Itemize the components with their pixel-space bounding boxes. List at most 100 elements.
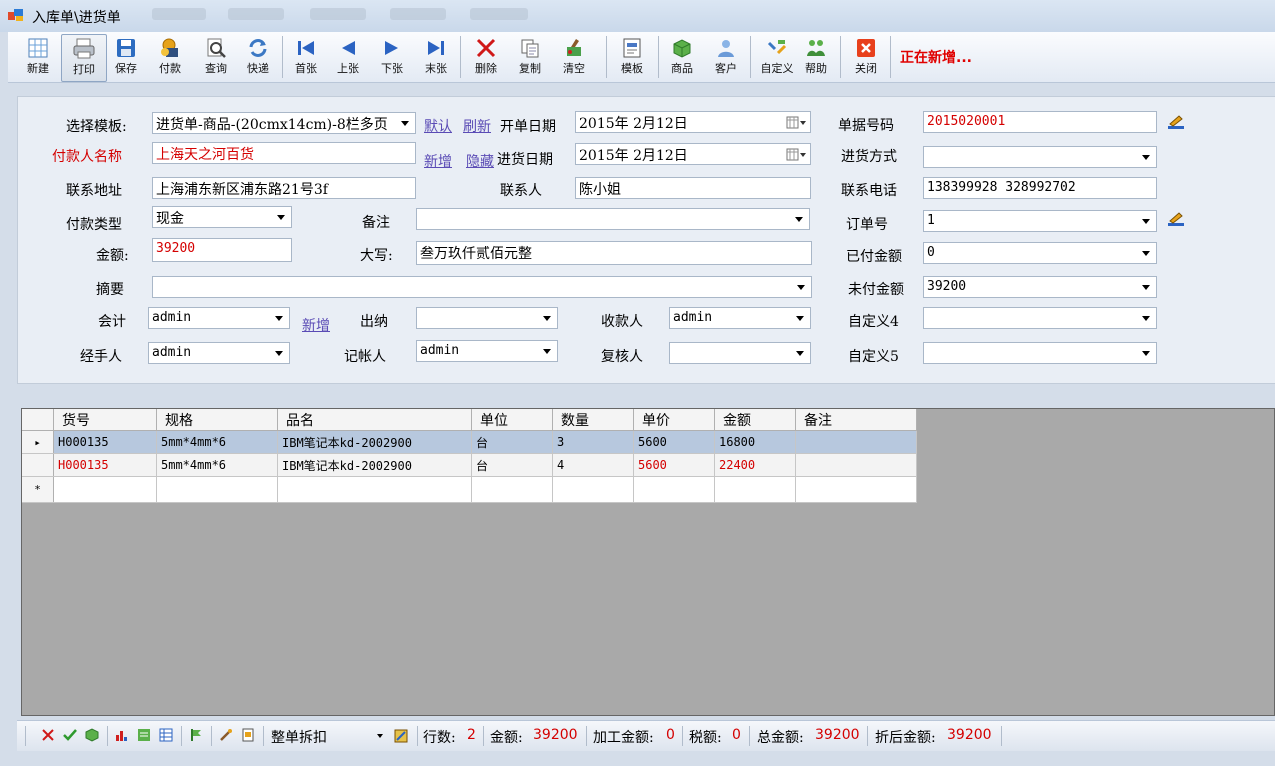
chart-icon[interactable]	[115, 728, 129, 742]
amount-field[interactable]: 39200	[152, 238, 292, 262]
table-row[interactable]: ▸ H000135 5mm*4mm*6 IBM笔记本kd-2002900 台 3…	[22, 430, 917, 454]
copy-button[interactable]: 复制	[508, 34, 552, 80]
cell-note[interactable]	[795, 453, 917, 477]
handler-select[interactable]: admin	[148, 342, 290, 364]
column-header[interactable]: 单位	[471, 409, 553, 431]
last-record-button[interactable]: 末张	[416, 34, 456, 80]
table-icon[interactable]	[159, 728, 173, 742]
delete-button[interactable]: 删除	[464, 34, 508, 80]
cell-unit[interactable]: 台	[471, 453, 553, 477]
close-button[interactable]: 关闭	[844, 34, 888, 80]
cell-note[interactable]	[795, 430, 917, 454]
custom5-select[interactable]	[923, 342, 1157, 364]
add-accountant-link[interactable]: 新增	[302, 315, 330, 335]
order-no-select[interactable]: 1	[923, 210, 1157, 232]
bookkeeper-select[interactable]: admin	[416, 340, 558, 362]
cell-qty[interactable]	[552, 476, 634, 503]
delete-row-icon[interactable]	[41, 728, 55, 742]
items-grid[interactable]: 货号 规格 品名 单位 数量 单价 金额 备注 ▸ H000135 5mm*4m…	[22, 409, 917, 503]
payee-select[interactable]: admin	[669, 307, 811, 329]
accountant-select[interactable]: admin	[148, 307, 290, 329]
phone-field[interactable]: 138399928 328992702	[923, 177, 1157, 199]
check-icon[interactable]	[63, 728, 77, 742]
column-header[interactable]: 备注	[795, 409, 917, 431]
product-icon[interactable]	[85, 728, 99, 742]
new-button[interactable]: 新建	[16, 34, 60, 80]
save-button[interactable]: 保存	[106, 34, 146, 80]
unpaid-select[interactable]: 39200	[923, 276, 1157, 298]
template-select[interactable]: 进货单-商品-(20cmx14cm)-8栏多页	[152, 112, 416, 134]
cell-spec[interactable]: 5mm*4mm*6	[156, 453, 278, 477]
calendar-icon[interactable]	[786, 116, 806, 129]
summary-select[interactable]	[152, 276, 812, 298]
calculator-icon[interactable]	[393, 728, 409, 744]
column-header[interactable]: 数量	[552, 409, 634, 431]
query-button[interactable]: 查询	[194, 34, 238, 80]
cell-unit[interactable]: 台	[471, 430, 553, 454]
cell-price[interactable]	[633, 476, 715, 503]
cell-amount[interactable]	[714, 476, 796, 503]
cell-unit[interactable]	[471, 476, 553, 503]
cell-price[interactable]: 5600	[633, 453, 715, 477]
column-header[interactable]: 货号	[53, 409, 157, 431]
row-header[interactable]	[22, 453, 54, 477]
new-row[interactable]: *	[22, 476, 917, 503]
clear-button[interactable]: 清空	[552, 34, 596, 80]
cell-amount[interactable]: 16800	[714, 430, 796, 454]
add-link[interactable]: 新增	[424, 151, 452, 171]
product-button[interactable]: 商品	[662, 34, 702, 80]
open-date-picker[interactable]: 2015年 2月12日	[575, 111, 811, 133]
column-header[interactable]: 品名	[277, 409, 472, 431]
stock-date-picker[interactable]: 2015年 2月12日	[575, 143, 811, 165]
column-header[interactable]: 规格	[156, 409, 278, 431]
cell-amount[interactable]: 22400	[714, 453, 796, 477]
hide-link[interactable]: 隐藏	[466, 151, 494, 171]
customize-button[interactable]: 自定义	[753, 34, 801, 80]
previous-record-button[interactable]: 上张	[328, 34, 368, 80]
payment-button[interactable]: 付款	[148, 34, 192, 80]
cell-spec[interactable]: 5mm*4mm*6	[156, 430, 278, 454]
cashier-select[interactable]	[416, 307, 558, 329]
capital-field[interactable]: 叁万玖仟贰佰元整	[416, 241, 812, 265]
cell-note[interactable]	[795, 476, 917, 503]
column-header[interactable]: 金额	[714, 409, 796, 431]
print-button[interactable]: 打印	[61, 34, 107, 82]
edit-icon[interactable]	[1167, 211, 1185, 227]
doc-no-field[interactable]: 2015020001	[923, 111, 1157, 133]
discount-select[interactable]: 整单拆扣	[271, 727, 383, 746]
edit-icon[interactable]	[1167, 114, 1185, 130]
reviewer-select[interactable]	[669, 342, 811, 364]
cell-name[interactable]: IBM笔记本kd-2002900	[277, 453, 472, 477]
print-preview-icon[interactable]	[241, 728, 255, 742]
template-button[interactable]: 模板	[610, 34, 654, 80]
default-link[interactable]: 默认	[424, 116, 452, 136]
customer-button[interactable]: 客户	[706, 34, 746, 80]
next-record-button[interactable]: 下张	[372, 34, 412, 80]
first-record-button[interactable]: 首张	[286, 34, 326, 80]
payer-field[interactable]: 上海天之河百货	[152, 142, 416, 164]
pay-type-select[interactable]: 现金	[152, 206, 292, 228]
cell-name[interactable]: IBM笔记本kd-2002900	[277, 430, 472, 454]
row-selector-icon[interactable]: ▸	[22, 430, 54, 454]
help-button[interactable]: 帮助	[796, 34, 836, 80]
flag-icon[interactable]	[189, 728, 203, 742]
cell-code[interactable]: H000135	[53, 430, 157, 454]
cell-qty[interactable]: 4	[552, 453, 634, 477]
custom4-select[interactable]	[923, 307, 1157, 329]
cell-code[interactable]	[53, 476, 157, 503]
cell-price[interactable]: 5600	[633, 430, 715, 454]
new-row-marker[interactable]: *	[22, 476, 54, 503]
contact-field[interactable]: 陈小姐	[575, 177, 811, 199]
stock-method-select[interactable]	[923, 146, 1157, 168]
note-select[interactable]	[416, 208, 810, 230]
sheet-icon[interactable]	[137, 728, 151, 742]
calendar-icon[interactable]	[786, 148, 806, 161]
cell-code[interactable]: H000135	[53, 453, 157, 477]
cell-spec[interactable]	[156, 476, 278, 503]
tools-icon[interactable]	[219, 728, 233, 742]
cell-name[interactable]	[277, 476, 472, 503]
express-button[interactable]: 快递	[238, 34, 278, 80]
paid-select[interactable]: 0	[923, 242, 1157, 264]
cell-qty[interactable]: 3	[552, 430, 634, 454]
table-row[interactable]: H000135 5mm*4mm*6 IBM笔记本kd-2002900 台 4 5…	[22, 453, 917, 477]
